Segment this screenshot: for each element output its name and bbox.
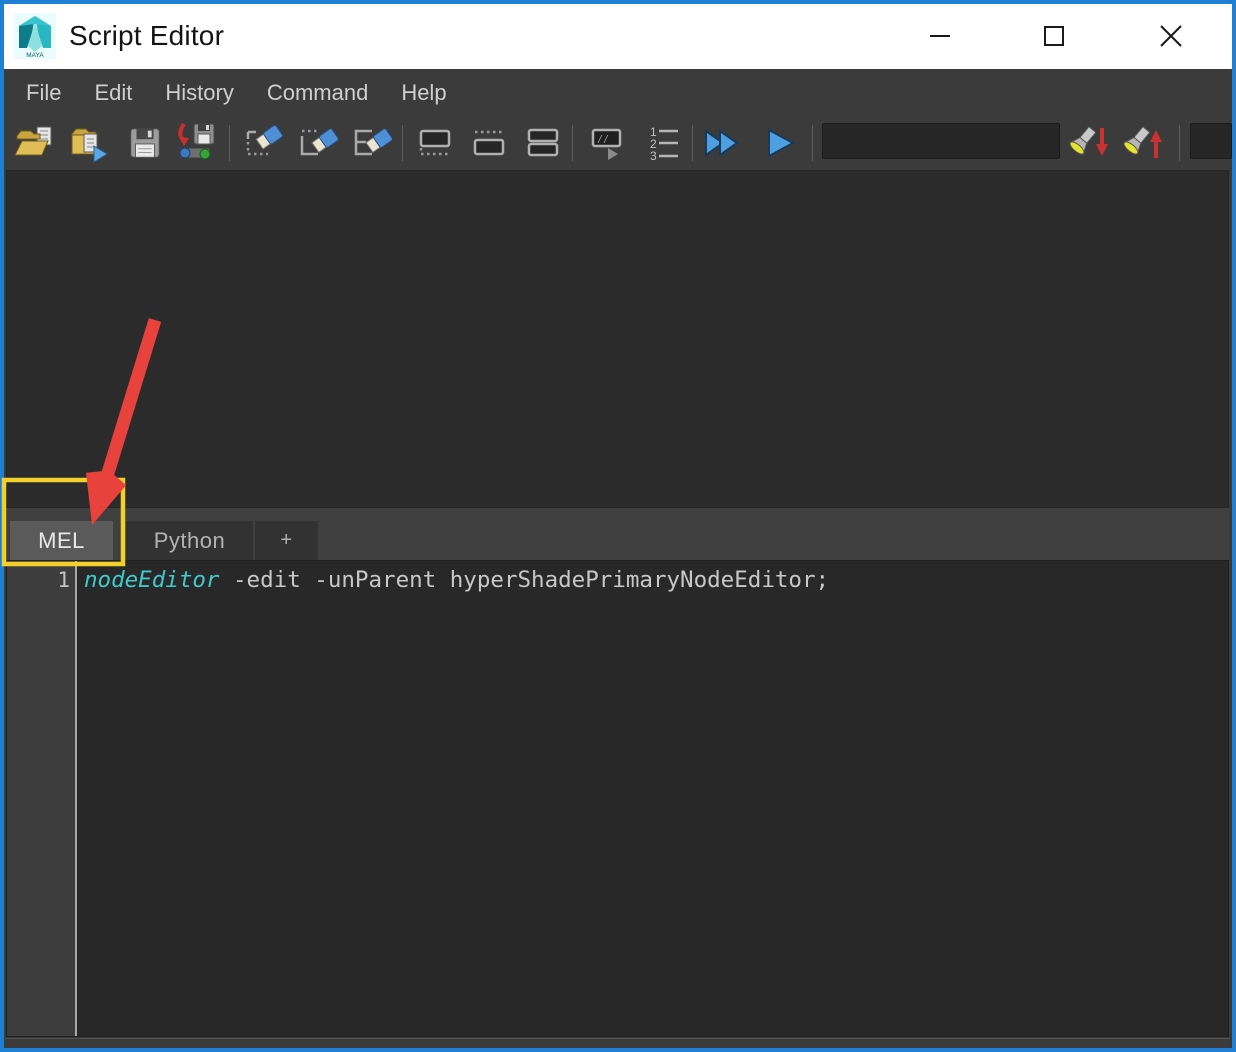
toolbar-right-field[interactable] bbox=[1190, 123, 1232, 159]
show-line-numbers-icon: 1 2 3 bbox=[642, 122, 684, 164]
clear-history-icon bbox=[242, 122, 284, 164]
history-output-panel[interactable] bbox=[6, 170, 1229, 508]
save-script-to-shelf-icon bbox=[174, 122, 216, 164]
show-line-numbers-button[interactable]: 1 2 3 bbox=[640, 120, 686, 166]
code-area[interactable]: nodeEditor -edit -unParent hyperShadePri… bbox=[77, 561, 1228, 1036]
menu-help[interactable]: Help bbox=[401, 80, 446, 106]
execute-all-button[interactable] bbox=[698, 120, 750, 166]
toolbar-separator bbox=[1179, 125, 1180, 161]
menu-file[interactable]: File bbox=[26, 80, 61, 106]
execute-icon bbox=[760, 122, 802, 164]
search-up-icon bbox=[1121, 122, 1165, 164]
close-icon bbox=[1158, 23, 1184, 49]
svg-text://: // bbox=[597, 134, 609, 145]
minimize-icon bbox=[927, 23, 953, 49]
minimize-button[interactable] bbox=[916, 12, 964, 60]
show-both-panels-button[interactable] bbox=[520, 120, 566, 166]
code-keyword: nodeEditor bbox=[84, 567, 219, 593]
source-script-icon bbox=[68, 122, 110, 164]
clear-input-button[interactable] bbox=[294, 120, 340, 166]
show-input-panel-icon bbox=[468, 122, 510, 164]
show-input-panel-button[interactable] bbox=[466, 120, 512, 166]
save-script-icon bbox=[126, 124, 164, 162]
script-editor-window: MAYA Script Editor File Edit History Com… bbox=[0, 0, 1236, 1052]
tab-mel-label: MEL bbox=[38, 528, 85, 554]
bottom-strip bbox=[5, 1038, 1230, 1048]
maximize-button[interactable] bbox=[1030, 12, 1078, 60]
svg-text:MAYA: MAYA bbox=[26, 52, 44, 59]
toolbar-separator bbox=[572, 125, 573, 161]
search-input[interactable] bbox=[822, 123, 1060, 159]
search-down-icon bbox=[1067, 122, 1111, 164]
maya-logo-icon: MAYA bbox=[14, 13, 56, 59]
execute-button[interactable] bbox=[758, 120, 804, 166]
open-script-button[interactable] bbox=[12, 120, 58, 166]
toolbar-separator bbox=[402, 125, 403, 161]
save-script-to-shelf-button[interactable] bbox=[172, 120, 218, 166]
toolbar: // 1 2 3 bbox=[4, 116, 1232, 170]
clear-history-button[interactable] bbox=[240, 120, 286, 166]
open-script-icon bbox=[14, 122, 56, 164]
close-button[interactable] bbox=[1147, 12, 1195, 60]
echo-all-commands-icon: // bbox=[586, 122, 628, 164]
line-number: 1 bbox=[7, 566, 75, 594]
menu-command[interactable]: Command bbox=[267, 80, 368, 106]
menu-bar: File Edit History Command Help bbox=[4, 69, 1232, 116]
source-script-button[interactable] bbox=[66, 120, 112, 166]
clear-input-icon bbox=[296, 122, 338, 164]
search-down-button[interactable] bbox=[1066, 120, 1112, 166]
toolbar-separator bbox=[692, 125, 693, 161]
menu-history[interactable]: History bbox=[165, 80, 233, 106]
echo-all-commands-button[interactable]: // bbox=[584, 120, 630, 166]
show-history-panel-icon bbox=[414, 122, 456, 164]
script-input-editor[interactable]: 1 nodeEditor -edit -unParent hyperShadeP… bbox=[6, 560, 1229, 1037]
clear-all-button[interactable] bbox=[348, 120, 394, 166]
maximize-icon bbox=[1041, 23, 1067, 49]
toolbar-separator bbox=[229, 125, 230, 161]
window-title: Script Editor bbox=[69, 20, 224, 52]
tab-python-label: Python bbox=[154, 528, 226, 554]
line-number-gutter: 1 bbox=[7, 561, 77, 1036]
code-text: -edit -unParent hyperShadePrimaryNodeEdi… bbox=[219, 567, 829, 593]
search-up-button[interactable] bbox=[1120, 120, 1166, 166]
save-script-button[interactable] bbox=[122, 120, 168, 166]
menu-edit[interactable]: Edit bbox=[94, 80, 132, 106]
show-both-panels-icon bbox=[522, 122, 564, 164]
execute-all-icon bbox=[700, 122, 748, 164]
clear-all-icon bbox=[350, 122, 392, 164]
tab-mel[interactable]: MEL bbox=[10, 521, 113, 560]
tab-python[interactable]: Python bbox=[126, 521, 253, 560]
tab-add-new[interactable]: + bbox=[255, 521, 318, 560]
svg-text:3: 3 bbox=[650, 149, 657, 163]
toolbar-separator bbox=[812, 125, 813, 161]
add-tab-icon: + bbox=[280, 529, 292, 552]
title-bar: MAYA Script Editor bbox=[4, 3, 1232, 69]
tab-bar: MEL Python + bbox=[6, 508, 1229, 560]
show-history-panel-button[interactable] bbox=[412, 120, 458, 166]
